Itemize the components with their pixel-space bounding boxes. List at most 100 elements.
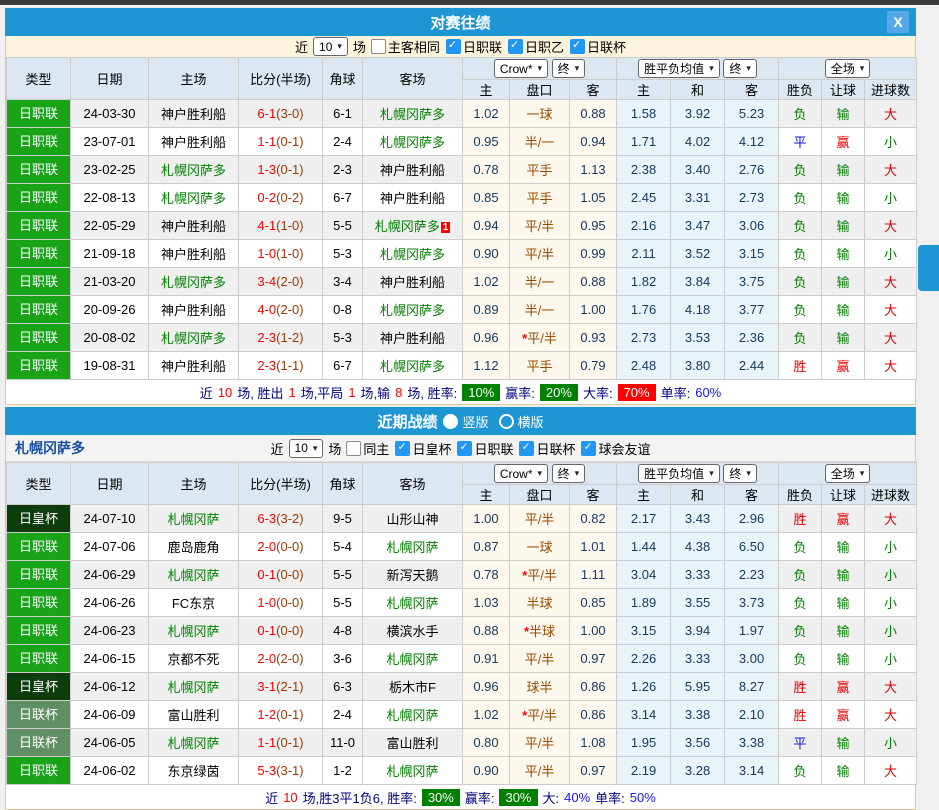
crow-final-select[interactable]: 终▾ — [552, 59, 586, 78]
recent-league-filters: 同主 日皇杯 日职联 — [346, 439, 650, 458]
corner-cell: 2-4 — [323, 701, 363, 729]
away-team: 神户胜利船 — [363, 268, 463, 296]
handicap-win-rate-badge: 20% — [540, 384, 578, 401]
col-header-score: 比分(半场) — [239, 463, 323, 505]
win-rate-badge: 10% — [462, 384, 500, 401]
handicap-cell: *半球 — [510, 617, 570, 645]
col-header-type: 类型 — [7, 58, 71, 100]
league-filter-checkbox[interactable]: 主客相同 — [371, 37, 440, 56]
avg-select[interactable]: 胜平负均值▾ — [638, 59, 720, 78]
handicap-cell: *平/半 — [510, 561, 570, 589]
layout-radio[interactable]: 横版 — [499, 412, 544, 431]
handicap-result-cell: 输 — [822, 645, 865, 673]
avg-home-odds: 2.19 — [617, 757, 671, 785]
type-badge: 日皇杯 — [7, 673, 71, 701]
type-badge: 日联杯 — [7, 701, 71, 729]
away-team: 横滨水手 — [363, 617, 463, 645]
league-filter-checkbox[interactable]: 日职联 — [446, 37, 502, 56]
corner-cell: 5-3 — [323, 240, 363, 268]
score-cell: 2-3(1-1) — [239, 352, 323, 380]
score-cell: 0-2(0-2) — [239, 184, 323, 212]
crow-select-group: Crow*▾ 终▾ — [463, 58, 617, 80]
league-filter-checkbox[interactable]: 日联杯 — [570, 37, 626, 56]
league-filter-checkbox[interactable]: 日联杯 — [519, 439, 575, 458]
crow-away-odds: 1.00 — [570, 617, 617, 645]
type-badge: 日职联 — [7, 100, 71, 128]
table-row: 日职联 24-06-29 札幌冈萨 0-1(0-0) 5-5 新泻天鹅 0.78… — [7, 561, 917, 589]
avg-home-odds: 1.95 — [617, 729, 671, 757]
score-cell: 6-1(3-0) — [239, 100, 323, 128]
avg-away-odds: 5.23 — [725, 100, 779, 128]
chevron-down-icon: ▾ — [746, 63, 751, 74]
handicap-cell: 平手 — [510, 352, 570, 380]
fullmatch-select[interactable]: 全场▾ — [825, 59, 871, 78]
away-team: 札幌冈萨多 — [363, 352, 463, 380]
avg-away-odds: 6.50 — [725, 533, 779, 561]
avg-home-odds: 3.04 — [617, 561, 671, 589]
type-badge: 日职联 — [7, 617, 71, 645]
handicap-result-cell: 输 — [822, 729, 865, 757]
goals-result-cell: 大 — [865, 757, 917, 785]
col-header-type: 类型 — [7, 463, 71, 505]
subcol-avg-away: 客 — [725, 80, 779, 100]
league-filter-checkbox[interactable]: 日职联 — [457, 439, 513, 458]
result-cell: 负 — [779, 533, 822, 561]
avg-away-odds: 2.23 — [725, 561, 779, 589]
col-header-away: 客场 — [363, 463, 463, 505]
league-filter-checkbox[interactable]: 日职乙 — [508, 37, 564, 56]
type-badge: 日职联 — [7, 757, 71, 785]
handicap-result-cell: 赢 — [822, 505, 865, 533]
close-button[interactable]: X — [887, 11, 909, 33]
away-team: 札幌冈萨 — [363, 757, 463, 785]
table-row: 日皇杯 24-07-10 札幌冈萨 6-3(3-2) 9-5 山形山神 1.00… — [7, 505, 917, 533]
date-cell: 19-08-31 — [71, 352, 149, 380]
handicap-cell: 平/半 — [510, 729, 570, 757]
crow-select-2[interactable]: Crow*▾ — [494, 464, 548, 483]
avg-final-select[interactable]: 终▾ — [723, 59, 757, 78]
away-team: 札幌冈萨 — [363, 701, 463, 729]
avg-select-2[interactable]: 胜平负均值▾ — [638, 464, 720, 483]
league-filter-checkbox[interactable]: 同主 — [346, 439, 389, 458]
goals-result-cell: 小 — [865, 617, 917, 645]
fullmatch-select-2[interactable]: 全场▾ — [825, 464, 871, 483]
avg-final-select-2[interactable]: 终▾ — [723, 464, 757, 483]
corner-cell: 6-3 — [323, 673, 363, 701]
match-count-select-2[interactable]: 10 ▾ — [289, 439, 324, 458]
crow-final-select-2[interactable]: 终▾ — [552, 464, 586, 483]
avg-home-odds: 2.11 — [617, 240, 671, 268]
type-badge: 日职联 — [7, 533, 71, 561]
crow-home-odds: 0.78 — [463, 156, 510, 184]
chevron-down-icon: ▾ — [746, 468, 751, 479]
subcol-avg-draw: 和 — [671, 485, 725, 505]
layout-radio[interactable]: 竖版 — [443, 412, 488, 431]
date-cell: 23-07-01 — [71, 128, 149, 156]
goals-result-cell: 大 — [865, 268, 917, 296]
side-scroll-tab[interactable] — [918, 245, 939, 291]
league-filter-checkbox[interactable]: 日皇杯 — [395, 439, 451, 458]
match-count-select[interactable]: 10 ▾ — [313, 37, 348, 56]
type-badge: 日职联 — [7, 561, 71, 589]
result-cell: 负 — [779, 296, 822, 324]
avg-select-group: 胜平负均值▾ 终▾ — [617, 58, 779, 80]
table-row: 日皇杯 24-06-12 札幌冈萨 3-1(2-1) 6-3 栃木市F 0.96… — [7, 673, 917, 701]
league-filter-checkbox[interactable]: 球会友谊 — [581, 439, 650, 458]
avg-away-odds: 3.77 — [725, 296, 779, 324]
result-cell: 负 — [779, 268, 822, 296]
avg-draw-odds: 4.38 — [671, 533, 725, 561]
handicap-cell: 半球 — [510, 589, 570, 617]
date-cell: 24-07-06 — [71, 533, 149, 561]
away-team: 札幌冈萨 — [363, 589, 463, 617]
crow-away-odds: 0.94 — [570, 128, 617, 156]
crow-away-odds: 0.99 — [570, 240, 617, 268]
handicap-result-cell: 赢 — [822, 701, 865, 729]
crow-away-odds: 0.88 — [570, 100, 617, 128]
avg-away-odds: 2.36 — [725, 324, 779, 352]
handicap-result-cell: 输 — [822, 533, 865, 561]
home-team: 神户胜利船 — [149, 296, 239, 324]
away-team: 神户胜利船 — [363, 184, 463, 212]
crow-select[interactable]: Crow*▾ — [494, 59, 548, 78]
h2h-table: 类型 日期 主场 比分(半场) 角球 客场 Crow*▾ 终▾ 胜平负均值▾ 终… — [6, 57, 917, 380]
avg-home-odds: 1.89 — [617, 589, 671, 617]
avg-select-group: 胜平负均值▾ 终▾ — [617, 463, 779, 485]
handicap-cell: 球半 — [510, 673, 570, 701]
